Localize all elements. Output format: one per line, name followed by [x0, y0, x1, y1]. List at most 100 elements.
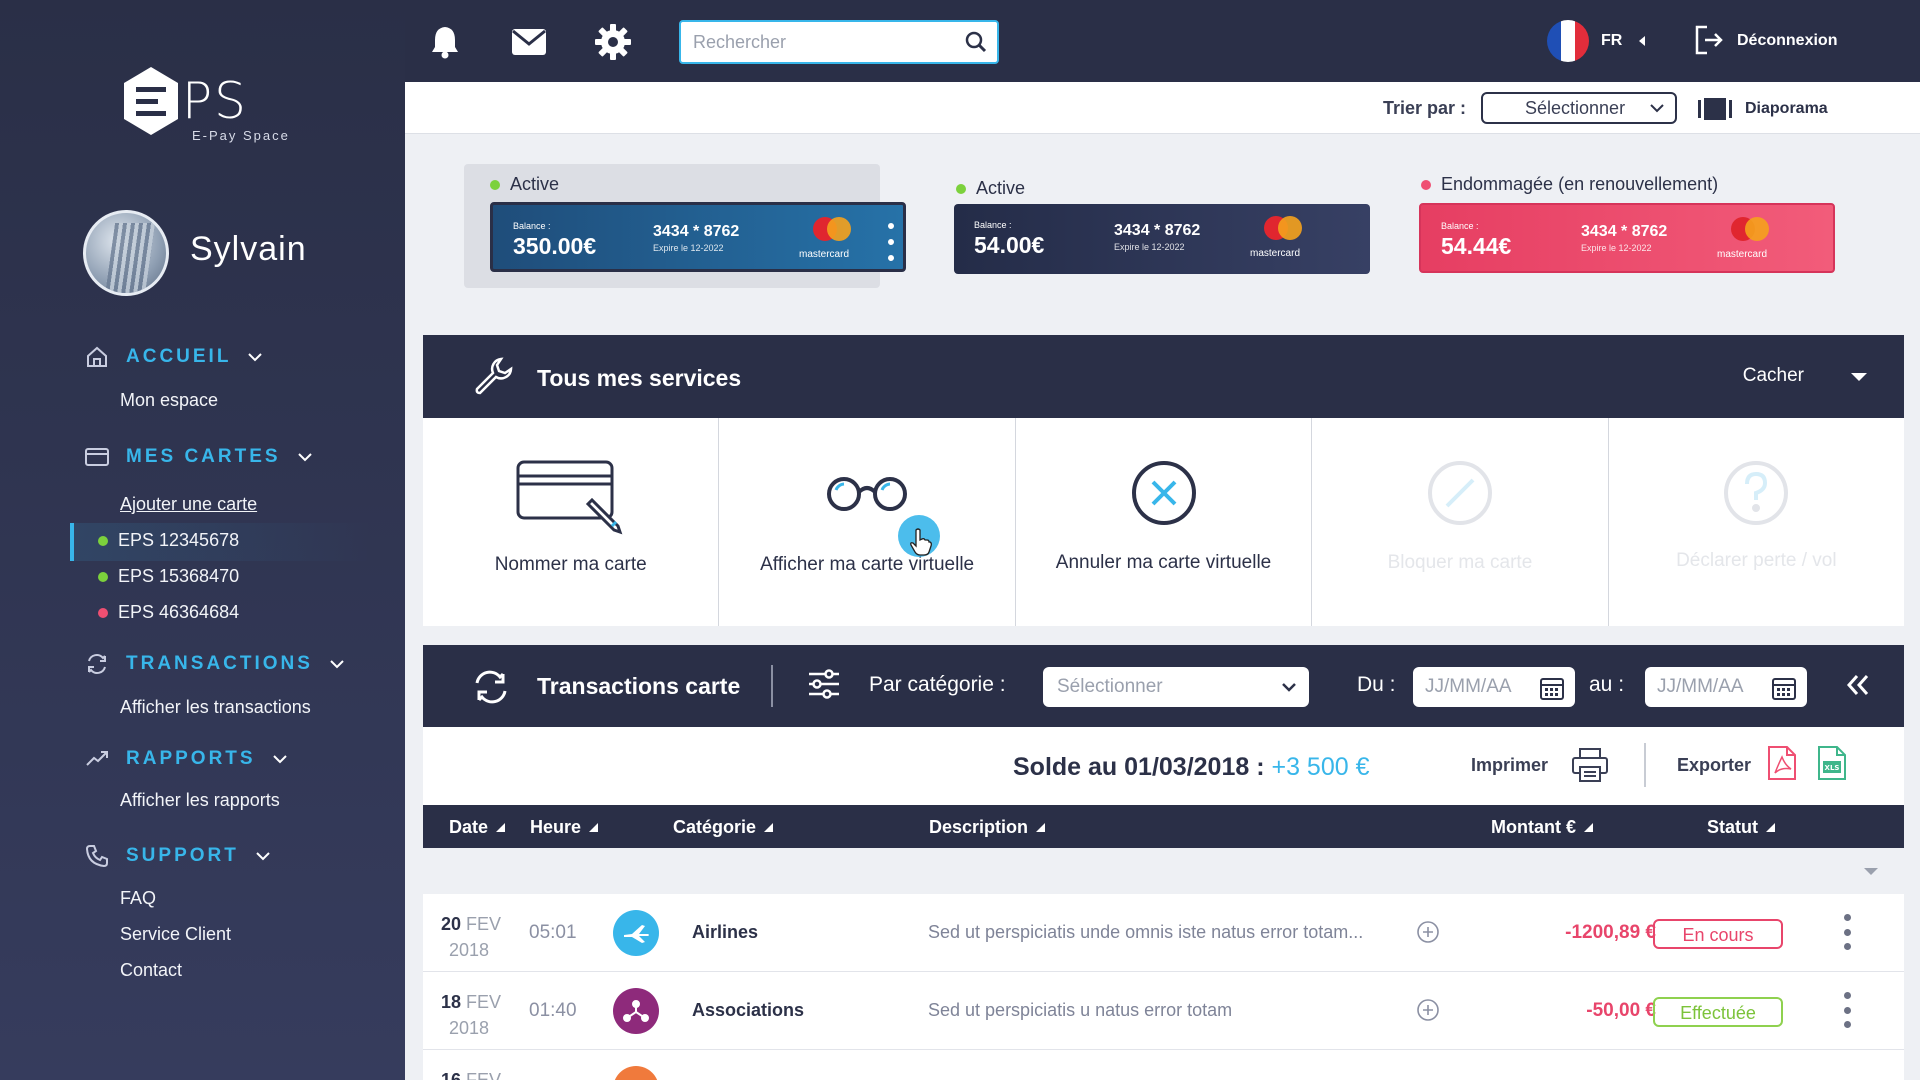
row-day: 18 [441, 992, 462, 1012]
column-label: Date [449, 817, 489, 837]
bell-icon[interactable] [425, 22, 465, 62]
caret-left-icon[interactable] [1637, 35, 1647, 47]
expand-plus-icon[interactable] [1416, 920, 1440, 944]
logout-icon[interactable] [1693, 24, 1725, 56]
column-header-date[interactable]: Date [449, 817, 506, 838]
nav-link-service-client[interactable]: Service Client [120, 924, 231, 945]
card-tile[interactable]: Active Balance : 350.00€ 3434 * 8762 Exp… [464, 164, 906, 288]
french-flag-icon[interactable] [1545, 18, 1591, 64]
language-label[interactable]: FR [1601, 32, 1622, 50]
nav-section-support[interactable]: SUPPORT [84, 843, 271, 869]
print-button[interactable]: Imprimer [1471, 755, 1548, 776]
caret-down-icon[interactable] [1850, 372, 1868, 382]
row-more-options-icon[interactable] [1843, 914, 1851, 950]
service-label: Déclarer perte / vol [1676, 550, 1837, 571]
search-box[interactable] [679, 20, 999, 64]
calendar-icon[interactable] [1539, 675, 1565, 701]
nav-section-mes-cartes[interactable]: MES CARTES [84, 444, 313, 470]
date-from-input[interactable]: JJ/MM/AA [1413, 667, 1575, 707]
balance-summary-label: Solde au 01/03/2018 : [1013, 753, 1265, 781]
service-label: Bloquer ma carte [1387, 552, 1533, 573]
column-label: Catégorie [673, 817, 757, 837]
avatar[interactable] [83, 210, 169, 296]
hide-services-button[interactable]: Cacher [1743, 365, 1804, 387]
search-input[interactable] [681, 22, 941, 62]
column-label: Statut [1707, 817, 1758, 837]
column-header-description[interactable]: Description [929, 817, 1046, 838]
card-status: Active [956, 178, 1025, 199]
calendar-icon[interactable] [1771, 675, 1797, 701]
card-status: Endommagée (en renouvellement) [1421, 174, 1718, 195]
column-label: Description [929, 817, 1029, 837]
nav-link-rapports[interactable]: Afficher les rapports [120, 790, 280, 811]
card-tile[interactable]: Active Balance : 54.00€ 3434 * 8762 Expi… [930, 164, 1370, 288]
table-row[interactable]: 16 FEV [423, 1050, 1904, 1080]
balance-summary-value: +3 500 € [1271, 753, 1370, 781]
column-header-montant[interactable]: Montant € [1491, 817, 1593, 838]
date-to-input[interactable]: JJ/MM/AA [1645, 667, 1807, 707]
balance-label: Balance : [513, 221, 551, 231]
logout-button[interactable]: Déconnexion [1737, 32, 1837, 50]
date-to-placeholder: JJ/MM/AA [1657, 676, 1744, 697]
nav-link-contact[interactable]: Contact [120, 960, 182, 981]
double-chevron-left-icon[interactable] [1846, 673, 1870, 697]
pdf-export-icon[interactable] [1767, 745, 1797, 781]
service-bloquer-carte: Bloquer ma carte [1312, 418, 1609, 626]
mastercard-logo-icon [813, 217, 851, 243]
service-annuler-carte-virtuelle[interactable]: Annuler ma carte virtuelle [1016, 418, 1313, 626]
column-header-heure[interactable]: Heure [530, 817, 599, 838]
mail-icon[interactable] [509, 22, 549, 62]
category-select[interactable]: Sélectionner [1043, 667, 1309, 707]
service-nommer-carte[interactable]: Nommer ma carte [423, 418, 720, 626]
sidebar-card-item[interactable]: EPS 15368470 [98, 566, 239, 587]
sidebar-card-item[interactable]: EPS 12345678 [98, 530, 239, 551]
sort-arrow-icon [1036, 823, 1046, 832]
more-options-icon[interactable] [887, 223, 895, 261]
card-tile[interactable]: Endommagée (en renouvellement) Balance :… [1395, 164, 1835, 288]
row-date: 18 FEV 2018 [441, 988, 521, 1042]
bank-card[interactable]: Balance : 54.44€ 3434 * 8762 Expire le 1… [1419, 203, 1835, 273]
mastercard-logo-icon [1731, 217, 1769, 243]
expand-plus-icon[interactable] [1416, 998, 1440, 1022]
export-button[interactable]: Exporter [1677, 755, 1751, 776]
printer-icon[interactable] [1571, 747, 1609, 783]
column-header-statut[interactable]: Statut [1707, 817, 1775, 838]
table-row[interactable]: 18 FEV 2018 01:40 Associations Sed ut pe… [423, 972, 1904, 1050]
bank-card[interactable]: Balance : 350.00€ 3434 * 8762 Expire le … [490, 202, 906, 272]
row-more-options-icon[interactable] [1843, 992, 1851, 1028]
row-amount: -50,00 € [1586, 1000, 1656, 1021]
filter-sliders-icon[interactable] [807, 669, 841, 699]
airplane-icon [613, 910, 659, 956]
nav-section-transactions[interactable]: TRANSACTIONS [84, 651, 345, 677]
sort-arrow-icon [1584, 823, 1593, 832]
card-status-label: Active [976, 178, 1026, 198]
caret-down-icon[interactable] [1864, 868, 1878, 875]
nav-link-faq[interactable]: FAQ [120, 888, 156, 909]
table-filter-row [423, 848, 1904, 894]
row-date: 20 FEV 2018 [441, 910, 521, 964]
nav-section-accueil[interactable]: ACCUEIL [84, 344, 263, 370]
chevron-down-icon [272, 755, 287, 764]
gear-icon[interactable] [593, 22, 633, 62]
table-row[interactable]: 20 FEV 2018 05:01 Airlines Sed ut perspi… [423, 894, 1904, 972]
card-number: 3434 * 8762 [1581, 223, 1668, 240]
nav-section-rapports[interactable]: RAPPORTS [84, 746, 288, 772]
row-time: 05:01 [529, 922, 577, 943]
sidebar-card-item[interactable]: EPS 46364684 [98, 602, 239, 623]
category-select-value: Sélectionner [1057, 676, 1163, 697]
sort-select[interactable]: Sélectionner [1481, 92, 1677, 124]
slideshow-icon[interactable] [1698, 98, 1732, 120]
search-icon[interactable] [965, 31, 987, 53]
nav-link-transactions[interactable]: Afficher les transactions [120, 697, 311, 718]
add-card-link[interactable]: Ajouter une carte [120, 494, 257, 515]
balance-label: Balance : [974, 220, 1012, 230]
column-header-categorie[interactable]: Catégorie [673, 817, 774, 838]
bank-card[interactable]: Balance : 54.00€ 3434 * 8762 Expire le 1… [954, 204, 1370, 274]
slideshow-button[interactable]: Diaporama [1745, 100, 1828, 118]
service-afficher-carte-virtuelle[interactable]: Afficher ma carte virtuelle [719, 418, 1016, 626]
row-day: 16 [441, 1070, 462, 1080]
eps-logo[interactable]: PS E-Pay Space [120, 60, 300, 150]
nav-link-mon-espace[interactable]: Mon espace [120, 390, 218, 411]
xls-export-icon[interactable]: XLS [1817, 745, 1847, 781]
divider [1644, 743, 1646, 787]
